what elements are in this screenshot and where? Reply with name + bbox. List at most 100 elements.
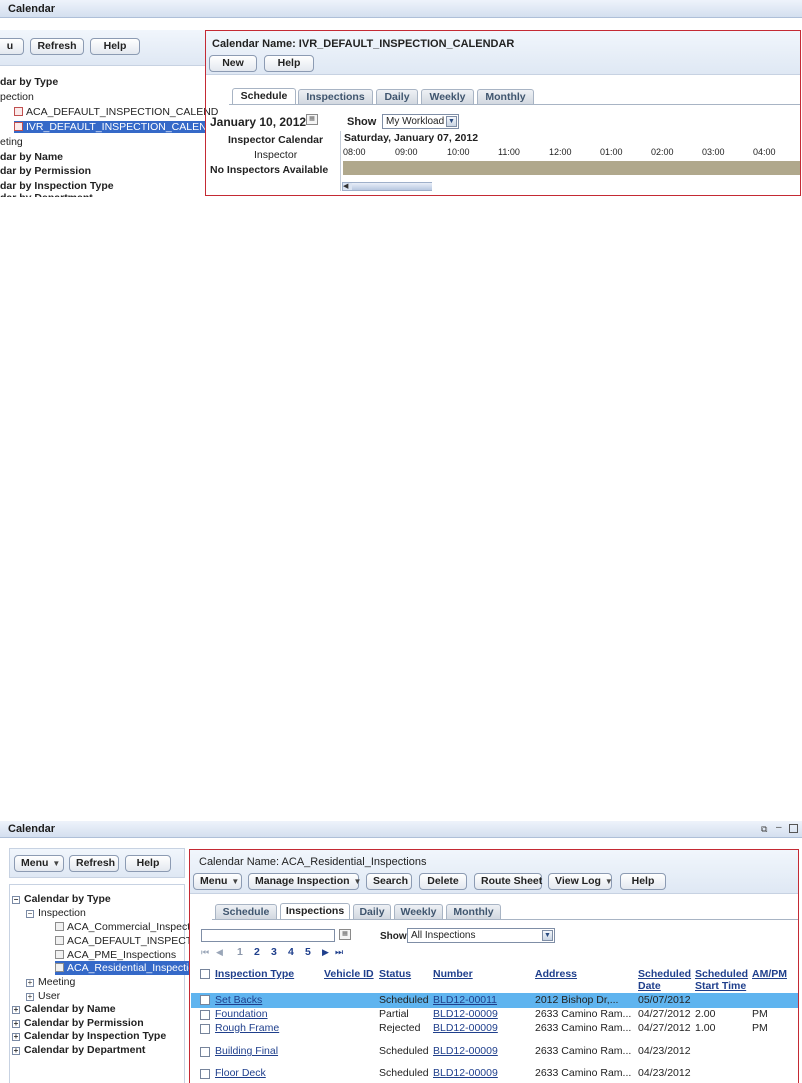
last-page-icon[interactable]: ⏭ <box>335 947 343 958</box>
tree-calendar-by-department[interactable]: dar by Department <box>0 193 93 197</box>
expand-icon[interactable]: + <box>12 1006 20 1014</box>
tree-item-aca-residential[interactable]: ACA_Residential_Inspections <box>55 961 189 975</box>
tree-meeting[interactable]: eting <box>0 136 23 148</box>
tree-item-aca-commercial[interactable]: ACA_Commercial_Inspections <box>55 921 189 933</box>
row-checkbox[interactable] <box>200 1010 210 1020</box>
table-row[interactable]: Foundation Partial BLD12-00009 2633 Cami… <box>191 1008 798 1022</box>
table-row[interactable]: Rough Frame Rejected BLD12-00009 2633 Ca… <box>191 1022 798 1036</box>
expand-icon[interactable]: + <box>26 979 34 987</box>
tree-calendar-by-permission[interactable]: dar by Permission <box>0 165 91 177</box>
table-row[interactable]: Set Backs Scheduled BLD12-00011 2012 Bis… <box>191 993 798 1008</box>
tree-item-aca-pme[interactable]: ACA_PME_Inspections <box>55 949 189 961</box>
tab-monthly[interactable]: Monthly <box>477 89 534 104</box>
menu-button-main[interactable]: Menu ▼ <box>193 873 242 890</box>
cell-inspection-type[interactable]: Set Backs <box>215 994 262 1006</box>
col-address[interactable]: Address <box>535 968 577 980</box>
refresh-button[interactable]: Refresh <box>69 855 119 872</box>
tree-user[interactable]: + User <box>26 990 60 1002</box>
menu-button[interactable]: u <box>0 38 24 55</box>
tree-calendar-by-permission[interactable]: + Calendar by Permission <box>12 1017 144 1029</box>
row-checkbox[interactable] <box>200 1047 210 1057</box>
show-select[interactable]: My Workload ▼ <box>382 114 459 129</box>
help-button-main[interactable]: Help <box>620 873 666 890</box>
cell-inspection-type[interactable]: Rough Frame <box>215 1022 279 1034</box>
collapse-icon[interactable]: − <box>12 896 20 904</box>
calendar-picker-icon[interactable]: ▦ <box>339 929 351 940</box>
col-ampm[interactable]: AM/PM <box>752 968 787 980</box>
tab-schedule[interactable]: Schedule <box>215 904 277 919</box>
row-checkbox[interactable] <box>200 995 210 1005</box>
manage-inspection-button[interactable]: Manage Inspection ▼ <box>248 873 361 890</box>
select-all-checkbox[interactable] <box>200 969 210 979</box>
cell-inspection-type[interactable]: Floor Deck <box>215 1067 266 1079</box>
tree-calendar-by-name[interactable]: dar by Name <box>0 151 63 163</box>
tab-weekly[interactable]: Weekly <box>421 89 474 104</box>
search-button[interactable]: Search <box>366 873 412 890</box>
menu-button[interactable]: Menu ▼ <box>14 855 64 872</box>
show-select[interactable]: All Inspections ▼ <box>407 928 555 943</box>
tree-meeting[interactable]: + Meeting <box>26 976 75 988</box>
row-checkbox[interactable] <box>200 1024 210 1034</box>
horizontal-scrollbar[interactable]: ◀ <box>342 182 432 191</box>
col-status[interactable]: Status <box>379 968 411 980</box>
refresh-button[interactable]: Refresh <box>30 38 84 55</box>
scroll-thumb[interactable] <box>352 183 432 190</box>
tree-inspection[interactable]: pection <box>0 91 34 103</box>
tree-calendar-by-name[interactable]: + Calendar by Name <box>12 1003 116 1015</box>
cell-number[interactable]: BLD12-00011 <box>433 994 497 1006</box>
route-sheet-button[interactable]: Route Sheet <box>474 873 542 890</box>
tab-inspections[interactable]: Inspections <box>298 89 373 104</box>
tree-calendar-by-inspection-type[interactable]: dar by Inspection Type <box>0 180 114 192</box>
tree-calendar-by-department[interactable]: + Calendar by Department <box>12 1044 145 1056</box>
help-button[interactable]: Help <box>125 855 171 872</box>
tree-item-aca-default[interactable]: ACA_DEFAULT_INSPECTION <box>55 935 189 947</box>
minimize-icon[interactable]: – <box>776 822 782 833</box>
view-log-button[interactable]: View Log ▼ <box>548 873 613 890</box>
date-input[interactable] <box>201 929 335 942</box>
cell-inspection-type[interactable]: Foundation <box>215 1008 268 1020</box>
delete-button[interactable]: Delete <box>419 873 467 890</box>
first-page-icon[interactable]: ⏮ <box>201 947 209 958</box>
tab-daily[interactable]: Daily <box>353 904 391 919</box>
page-5[interactable]: 5 <box>305 946 311 958</box>
tree-calendar-by-type[interactable]: − Calendar by Type <box>12 893 111 905</box>
cell-number[interactable]: BLD12-00009 <box>433 1045 498 1057</box>
expand-icon[interactable]: + <box>26 993 34 1001</box>
tab-schedule[interactable]: Schedule <box>232 88 296 104</box>
table-row[interactable]: Floor Deck Scheduled BLD12-00009 2633 Ca… <box>191 1067 798 1081</box>
tab-monthly[interactable]: Monthly <box>446 904 501 919</box>
expand-icon[interactable]: + <box>12 1020 20 1028</box>
cell-number[interactable]: BLD12-00009 <box>433 1022 498 1034</box>
expand-icon[interactable]: + <box>12 1047 20 1055</box>
help-button[interactable]: Help <box>90 38 140 55</box>
tree-inspection[interactable]: − Inspection <box>26 907 86 919</box>
cell-number[interactable]: BLD12-00009 <box>433 1067 498 1079</box>
page-2[interactable]: 2 <box>254 946 260 958</box>
calendar-picker-icon[interactable]: ▦ <box>306 114 318 125</box>
page-1[interactable]: 1 <box>237 946 243 958</box>
prev-page-icon[interactable]: ◀ <box>216 947 223 958</box>
tab-daily[interactable]: Daily <box>376 89 418 104</box>
maximize-icon[interactable] <box>789 824 798 833</box>
tree-item-ivr-default[interactable]: IVR_DEFAULT_INSPECTION_CALENDA <box>14 121 221 133</box>
scroll-left-icon[interactable]: ◀ <box>343 182 351 190</box>
tab-inspections[interactable]: Inspections <box>280 903 350 919</box>
col-vehicle-id[interactable]: Vehicle ID <box>324 968 374 980</box>
collapse-icon[interactable]: − <box>26 910 34 918</box>
table-row[interactable]: Building Final Scheduled BLD12-00009 263… <box>191 1045 798 1059</box>
col-scheduled-start[interactable]: Scheduled Start Time <box>695 968 748 992</box>
page-4[interactable]: 4 <box>288 946 294 958</box>
tree-item-aca-default[interactable]: ACA_DEFAULT_INSPECTION_CALEND <box>14 106 218 118</box>
next-page-icon[interactable]: ▶ <box>322 947 329 958</box>
cell-inspection-type[interactable]: Building Final <box>215 1045 278 1057</box>
tree-calendar-by-inspection-type[interactable]: + Calendar by Inspection Type <box>12 1030 166 1042</box>
new-button[interactable]: New <box>209 55 257 72</box>
col-number[interactable]: Number <box>433 968 473 980</box>
help-button-main[interactable]: Help <box>264 55 314 72</box>
col-inspection-type[interactable]: Inspection Type <box>215 968 294 980</box>
cell-number[interactable]: BLD12-00009 <box>433 1008 498 1020</box>
col-scheduled-date[interactable]: Scheduled Date <box>638 968 691 992</box>
tab-weekly[interactable]: Weekly <box>394 904 443 919</box>
expand-icon[interactable]: + <box>12 1033 20 1041</box>
restore-icon[interactable]: ⧉ <box>761 824 767 835</box>
